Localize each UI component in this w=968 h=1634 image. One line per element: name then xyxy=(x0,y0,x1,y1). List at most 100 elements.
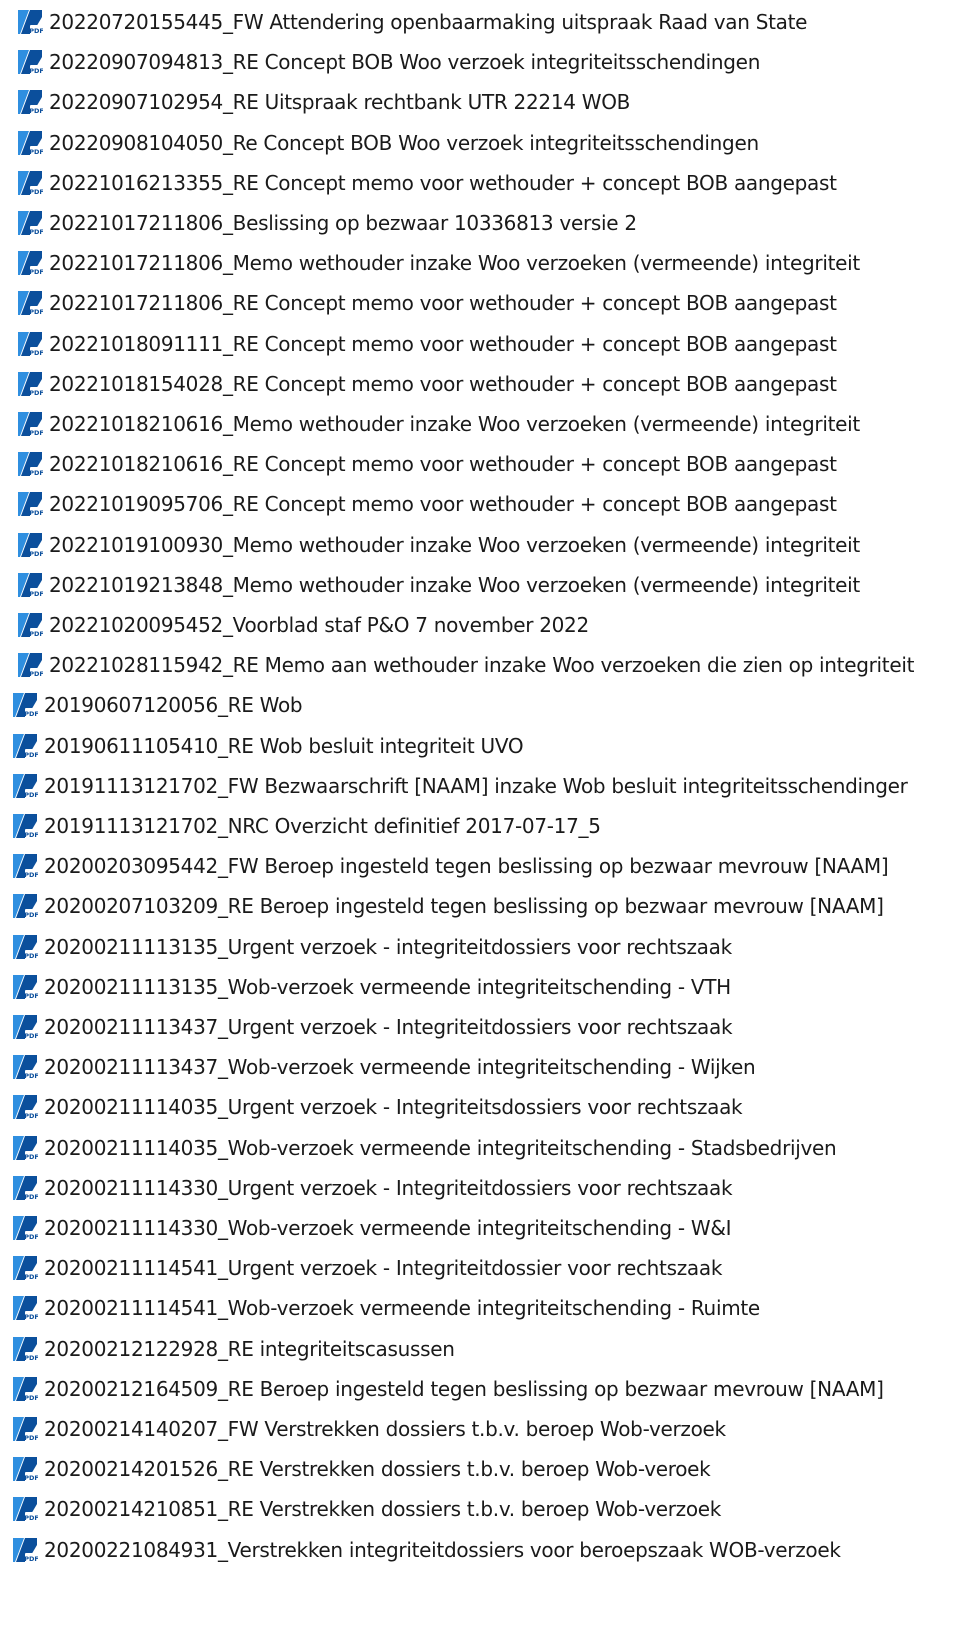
svg-text:PDF: PDF xyxy=(29,349,43,357)
file-row-10[interactable]: PDF 20221018154028_RE Concept memo voor … xyxy=(17,364,837,404)
file-row-15[interactable]: PDF 20221019213848_Memo wethouder inzake… xyxy=(17,565,860,605)
file-row-37[interactable]: PDF 20200214201526_RE Verstrekken dossie… xyxy=(12,1449,711,1489)
file-name: 20200211114541_Urgent verzoek - Integrit… xyxy=(44,1256,723,1281)
svg-text:PDF: PDF xyxy=(29,107,43,115)
file-row-35[interactable]: PDF 20200212164509_RE Beroep ingesteld t… xyxy=(12,1369,884,1409)
pdf-file-icon: PDF xyxy=(13,1417,38,1442)
svg-text:PDF: PDF xyxy=(29,148,43,156)
svg-text:PDF: PDF xyxy=(24,1032,38,1040)
file-name: 20220907102954_RE Uitspraak rechtbank UT… xyxy=(49,90,631,115)
svg-text:PDF: PDF xyxy=(24,831,38,839)
pdf-file-icon: PDF xyxy=(13,854,38,880)
svg-text:PDF: PDF xyxy=(24,1434,38,1442)
svg-text:PDF: PDF xyxy=(29,509,43,517)
svg-text:PDF: PDF xyxy=(24,1474,38,1482)
pdf-file-icon: PDF xyxy=(13,1457,38,1483)
file-name: 20200211114330_Wob-verzoek vermeende int… xyxy=(44,1216,732,1240)
svg-text:PDF: PDF xyxy=(24,1313,38,1321)
file-name: 20200211114330_Urgent verzoek - Integrit… xyxy=(44,1175,733,1200)
pdf-file-icon: PDF xyxy=(18,50,43,76)
file-name: 20190611105410_RE Wob besluit integritei… xyxy=(44,733,524,758)
pdf-file-icon: PDF xyxy=(18,90,43,116)
pdf-file-icon: PDF xyxy=(18,452,43,478)
file-name: 20220907094813_RE Concept BOB Woo verzoe… xyxy=(49,50,761,75)
file-name: 20221019100930_Memo wethouder inzake Woo… xyxy=(49,532,860,557)
file-row-34[interactable]: PDF 20200212122928_RE integriteitscasuss… xyxy=(12,1329,455,1369)
file-row-23[interactable]: PDF 20200207103209_RE Beroep ingesteld t… xyxy=(12,886,884,926)
pdf-file-icon: PDF xyxy=(18,412,43,437)
file-row-30[interactable]: PDF 20200211114330_Urgent verzoek - Inte… xyxy=(12,1168,733,1208)
file-row-39[interactable]: PDF 20200221084931_Verstrekken integrite… xyxy=(12,1530,841,1570)
file-row-7[interactable]: PDF 20221017211806_Memo wethouder inzake… xyxy=(17,243,860,283)
file-row-3[interactable]: PDF 20220907102954_RE Uitspraak rechtban… xyxy=(17,82,630,122)
file-row-26[interactable]: PDF 20200211113437_Urgent verzoek - Inte… xyxy=(12,1007,733,1047)
svg-text:PDF: PDF xyxy=(24,710,38,718)
pdf-file-icon: PDF xyxy=(13,1015,38,1040)
file-row-8[interactable]: PDF 20221017211806_RE Concept memo voor … xyxy=(17,283,837,323)
svg-text:PDF: PDF xyxy=(24,1193,38,1201)
file-row-22[interactable]: PDF 20200203095442_FW Beroep ingesteld t… xyxy=(12,846,889,886)
pdf-file-icon: PDF xyxy=(13,693,38,719)
pdf-file-icon: PDF xyxy=(13,1055,38,1081)
svg-text:PDF: PDF xyxy=(29,268,43,276)
file-row-4[interactable]: PDF 20220908104050_Re Concept BOB Woo ve… xyxy=(17,123,759,163)
file-row-38[interactable]: PDF 20200214210851_RE Verstrekken dossie… xyxy=(12,1489,721,1529)
file-row-11[interactable]: PDF 20221018210616_Memo wethouder inzake… xyxy=(17,404,860,444)
file-row-2[interactable]: PDF 20220907094813_RE Concept BOB Woo ve… xyxy=(17,42,760,82)
svg-text:PDF: PDF xyxy=(24,871,38,879)
file-row-27[interactable]: PDF 20200211113437_Wob-verzoek vermeende… xyxy=(12,1047,756,1087)
file-row-1[interactable]: PDF 20220720155445_FW Attendering openba… xyxy=(17,2,807,42)
file-name: 20200211113437_Urgent verzoek - Integrit… xyxy=(44,1015,733,1039)
file-row-29[interactable]: PDF 20200211114035_Wob-verzoek vermeende… xyxy=(12,1128,837,1168)
pdf-file-icon: PDF xyxy=(18,532,43,558)
file-row-21[interactable]: PDF 20191113121702_NRC Overzicht definit… xyxy=(12,806,601,846)
pdf-file-icon: PDF xyxy=(18,331,43,357)
file-name: 20200211113135_Urgent verzoek - integrit… xyxy=(44,934,732,959)
file-row-17[interactable]: PDF 20221028115942_RE Memo aan wethouder… xyxy=(17,645,914,685)
pdf-file-icon: PDF xyxy=(18,251,43,277)
file-row-18[interactable]: PDF 20190607120056_RE Wob xyxy=(12,685,303,725)
svg-text:PDF: PDF xyxy=(29,67,43,75)
svg-text:PDF: PDF xyxy=(24,992,38,1000)
pdf-file-icon: PDF xyxy=(18,291,43,317)
file-row-20[interactable]: PDF 20191113121702_FW Bezwaarschrift [NA… xyxy=(12,766,908,806)
file-row-14[interactable]: PDF 20221019100930_Memo wethouder inzake… xyxy=(17,525,860,565)
file-row-12[interactable]: PDF 20221018210616_RE Concept memo voor … xyxy=(17,444,837,484)
svg-text:PDF: PDF xyxy=(24,1153,38,1161)
file-row-19[interactable]: PDF 20190611105410_RE Wob besluit integr… xyxy=(12,726,524,766)
pdf-file-icon: PDF xyxy=(13,773,38,799)
file-row-13[interactable]: PDF 20221019095706_RE Concept memo voor … xyxy=(17,484,837,524)
file-row-6[interactable]: PDF 20221017211806_Beslissing op bezwaar… xyxy=(17,203,637,243)
svg-text:PDF: PDF xyxy=(29,389,43,397)
pdf-file-icon: PDF xyxy=(13,1135,38,1161)
pdf-file-icon: PDF xyxy=(13,1376,38,1402)
file-name: 20200211114035_Wob-verzoek vermeende int… xyxy=(44,1135,837,1160)
file-name: 20220720155445_FW Attendering openbaarma… xyxy=(49,10,808,34)
pdf-file-icon: PDF xyxy=(13,934,38,960)
svg-text:PDF: PDF xyxy=(29,429,43,437)
file-row-33[interactable]: PDF 20200211114541_Wob-verzoek vermeende… xyxy=(12,1288,760,1328)
pdf-file-icon: PDF xyxy=(13,814,38,839)
svg-text:PDF: PDF xyxy=(24,1112,38,1120)
svg-text:PDF: PDF xyxy=(24,751,38,759)
file-row-28[interactable]: PDF 20200211114035_Urgent verzoek - Inte… xyxy=(12,1087,743,1127)
file-row-32[interactable]: PDF 20200211114541_Urgent verzoek - Inte… xyxy=(12,1248,722,1288)
file-row-9[interactable]: PDF 20221018091111_RE Concept memo voor … xyxy=(17,324,837,364)
file-row-16[interactable]: PDF 20221020095452_Voorblad staf P&O 7 n… xyxy=(17,605,589,645)
file-row-24[interactable]: PDF 20200211113135_Urgent verzoek - inte… xyxy=(12,927,732,967)
svg-text:PDF: PDF xyxy=(24,1514,38,1522)
svg-text:PDF: PDF xyxy=(29,630,43,638)
pdf-file-icon: PDF xyxy=(13,974,38,1000)
file-name: 20221018210616_RE Concept memo voor weth… xyxy=(49,452,837,477)
file-row-25[interactable]: PDF 20200211113135_Wob-verzoek vermeende… xyxy=(12,967,731,1007)
pdf-file-icon: PDF xyxy=(18,130,43,156)
pdf-file-icon: PDF xyxy=(13,733,38,759)
file-name: 20221018210616_Memo wethouder inzake Woo… xyxy=(49,412,860,436)
file-row-36[interactable]: PDF 20200214140207_FW Verstrekken dossie… xyxy=(12,1409,726,1449)
svg-text:PDF: PDF xyxy=(29,27,43,35)
file-name: 20221017211806_RE Concept memo voor weth… xyxy=(49,291,837,316)
file-row-31[interactable]: PDF 20200211114330_Wob-verzoek vermeende… xyxy=(12,1208,732,1248)
pdf-file-icon: PDF xyxy=(13,1256,38,1282)
svg-text:PDF: PDF xyxy=(29,670,43,678)
file-row-5[interactable]: PDF 20221016213355_RE Concept memo voor … xyxy=(17,163,837,203)
